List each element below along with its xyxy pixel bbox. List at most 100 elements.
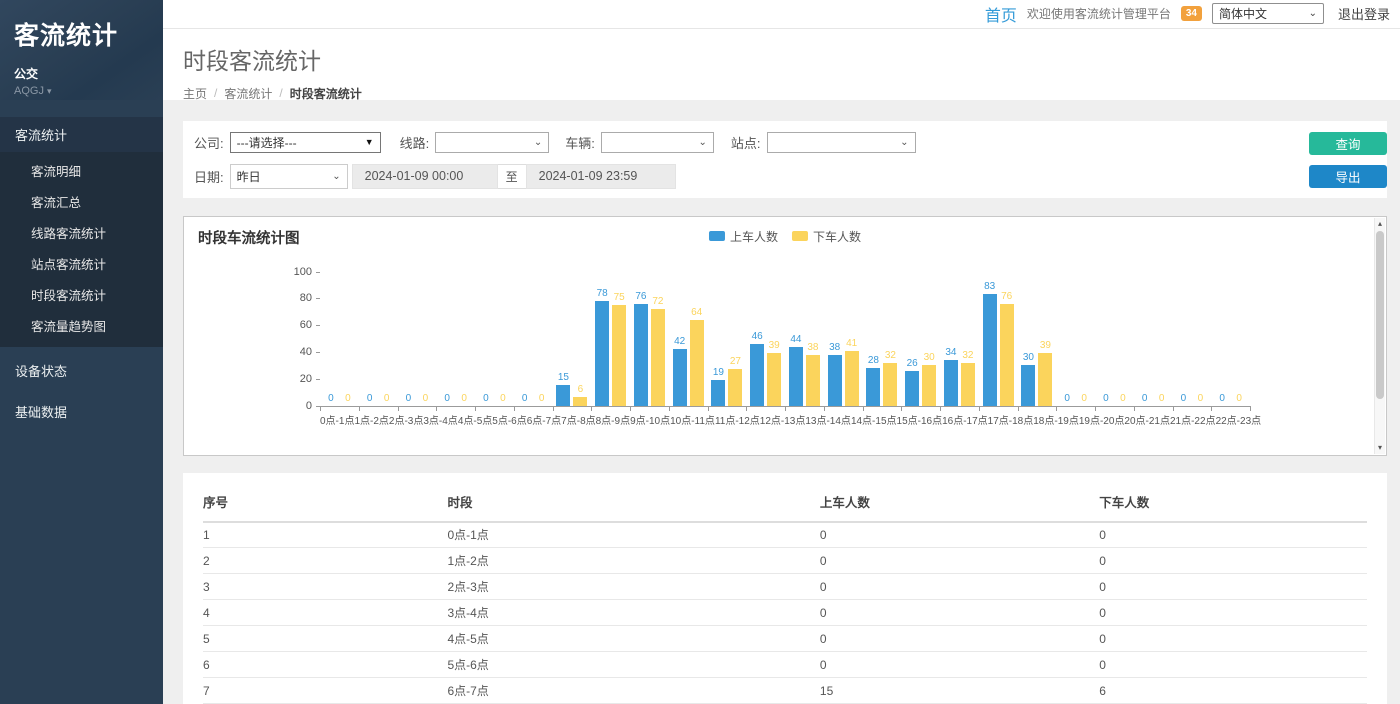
language-select[interactable]: 简体中文 ⌄ xyxy=(1212,3,1324,24)
table-cell: 0 xyxy=(1099,600,1367,626)
table-cell: 3 xyxy=(203,574,447,600)
table-cell: 4 xyxy=(203,600,447,626)
station-label: 站点: xyxy=(731,133,761,152)
table-cell: 0 xyxy=(820,652,1099,678)
sidebar-item-客流明细[interactable]: 客流明细 xyxy=(0,155,163,186)
bar-下车人数 xyxy=(728,369,742,405)
bar-value-label: 0 xyxy=(1181,393,1187,405)
x-axis-labels: 0点-1点1点-2点2点-3点3点-4点4点-5点5点-6点6点-7点7点-8点… xyxy=(320,412,1250,427)
sidebar-item-客流量趋势图[interactable]: 客流量趋势图 xyxy=(0,310,163,341)
bar-column: 34 xyxy=(944,254,958,406)
app-root: 客流统计 公交 AQGJ▾ 客流统计客流明细客流汇总线路客流统计站点客流统计时段… xyxy=(0,0,1400,704)
x-axis-label: 12点-13点 xyxy=(760,412,806,427)
brand-title: 客流统计 xyxy=(14,16,149,52)
x-axis-label: 4点-5点 xyxy=(458,412,492,427)
scrollbar-thumb[interactable] xyxy=(1376,231,1384,399)
bar-column: 0 xyxy=(1232,254,1246,406)
bar-value-label: 0 xyxy=(522,393,528,405)
bar-group-19点-20点: 00 xyxy=(1056,254,1095,406)
sidebar-item-时段客流统计[interactable]: 时段客流统计 xyxy=(0,279,163,310)
bar-column: 6 xyxy=(573,254,587,406)
chevron-down-icon: ⌄ xyxy=(1309,8,1317,19)
chart-vertical-scrollbar[interactable]: ▴ ▾ xyxy=(1374,218,1385,454)
vehicle-select[interactable]: ⌄ xyxy=(601,132,714,153)
chart-plot: 0204060801000000000000001567875767242641… xyxy=(198,247,1372,443)
table-header-row: 序号 时段 上车人数 下车人数 xyxy=(203,485,1367,522)
sidebar-item-站点客流统计[interactable]: 站点客流统计 xyxy=(0,248,163,279)
logout-link[interactable]: 退出登录 xyxy=(1338,4,1390,23)
bar-上车人数 xyxy=(595,301,609,406)
bar-value-label: 26 xyxy=(907,358,918,370)
bar-column: 32 xyxy=(883,254,897,406)
query-button[interactable]: 查询 xyxy=(1309,132,1387,155)
bar-column: 0 xyxy=(479,254,493,406)
bar-group-12点-13点: 4438 xyxy=(785,254,824,406)
vehicle-label: 车辆: xyxy=(565,133,595,152)
x-axis-label: 21点-22点 xyxy=(1170,412,1216,427)
line-select[interactable]: ⌄ xyxy=(435,132,549,153)
table-cell: 0 xyxy=(1099,522,1367,548)
bar-group-8点-9点: 7672 xyxy=(630,254,669,406)
chevron-down-icon: ▾ xyxy=(47,86,52,96)
nav-home-link[interactable]: 首页 xyxy=(985,2,1017,26)
chart-legend: 上车人数 下车人数 xyxy=(709,228,861,245)
bar-column: 75 xyxy=(612,254,626,406)
bar-value-label: 0 xyxy=(384,393,390,405)
date-end-input[interactable]: 2024-01-09 23:59 xyxy=(526,164,676,189)
sidebar-item-设备状态[interactable]: 设备状态 xyxy=(0,353,163,388)
x-axis-label: 22点-23点 xyxy=(1216,412,1262,427)
bar-value-label: 0 xyxy=(367,393,373,405)
sidebar-item-基础数据[interactable]: 基础数据 xyxy=(0,394,163,429)
station-select[interactable]: ⌄ xyxy=(767,132,916,153)
scroll-up-icon[interactable]: ▴ xyxy=(1375,218,1385,230)
user-dropdown[interactable]: AQGJ▾ xyxy=(14,85,149,97)
bar-value-label: 30 xyxy=(1023,352,1034,364)
bar-value-label: 30 xyxy=(924,352,935,364)
bar-column: 32 xyxy=(961,254,975,406)
notification-badge: 34 xyxy=(1181,6,1202,21)
bar-value-label: 0 xyxy=(1219,393,1225,405)
bar-下车人数 xyxy=(845,351,859,406)
bar-group-21点-22点: 00 xyxy=(1134,254,1173,406)
export-button[interactable]: 导出 xyxy=(1309,165,1387,188)
legend-item-boarding[interactable]: 上车人数 xyxy=(709,228,778,245)
x-axis-tick-mark xyxy=(1056,407,1057,411)
table-cell: 4点-5点 xyxy=(447,626,819,652)
date-range-select[interactable]: 昨日 ⌄ xyxy=(230,164,348,189)
bar-value-label: 0 xyxy=(461,393,467,405)
scroll-down-icon[interactable]: ▾ xyxy=(1375,442,1385,454)
bar-下车人数 xyxy=(690,320,704,406)
sidebar-item-线路客流统计[interactable]: 线路客流统计 xyxy=(0,217,163,248)
x-label-cell: 4点-5点 xyxy=(458,412,492,427)
bar-column: 39 xyxy=(767,254,781,406)
legend-item-alighting[interactable]: 下车人数 xyxy=(792,228,861,245)
table-cell: 0点-1点 xyxy=(447,522,819,548)
bar-group-17点-18点: 8376 xyxy=(979,254,1018,406)
bar-上车人数 xyxy=(789,347,803,406)
top-navbar: 首页 欢迎使用客流统计管理平台 34 简体中文 ⌄ 退出登录 xyxy=(163,0,1400,29)
table-cell: 0 xyxy=(820,548,1099,574)
table-cell: 6 xyxy=(1099,678,1367,704)
company-select[interactable]: ---请选择--- ▼ xyxy=(230,132,381,153)
sidebar-item-客流统计[interactable]: 客流统计 xyxy=(0,117,163,152)
x-label-cell: 8点-9点 xyxy=(596,412,630,427)
x-axis-tick-mark xyxy=(979,407,980,411)
sidebar-item-客流汇总[interactable]: 客流汇总 xyxy=(0,186,163,217)
x-axis-tick-mark xyxy=(553,407,554,411)
bar-column: 0 xyxy=(1155,254,1169,406)
x-label-cell: 17点-18点 xyxy=(988,412,1034,427)
bar-下车人数 xyxy=(612,305,626,406)
bar-column: 15 xyxy=(556,254,570,406)
date-start-input[interactable]: 2024-01-09 00:00 xyxy=(352,164,498,189)
bar-group-2点-3点: 00 xyxy=(398,254,437,406)
x-axis-tick-mark xyxy=(436,407,437,411)
bar-column: 0 xyxy=(1176,254,1190,406)
bar-column: 41 xyxy=(845,254,859,406)
chevron-down-icon: ⌄ xyxy=(534,137,542,148)
x-axis-tick-mark xyxy=(940,407,941,411)
bar-value-label: 0 xyxy=(1103,393,1109,405)
bar-column: 0 xyxy=(363,254,377,406)
bar-group-23点-24点: 00 xyxy=(1211,254,1250,406)
bar-value-label: 38 xyxy=(829,342,840,354)
table-cell: 5 xyxy=(203,626,447,652)
